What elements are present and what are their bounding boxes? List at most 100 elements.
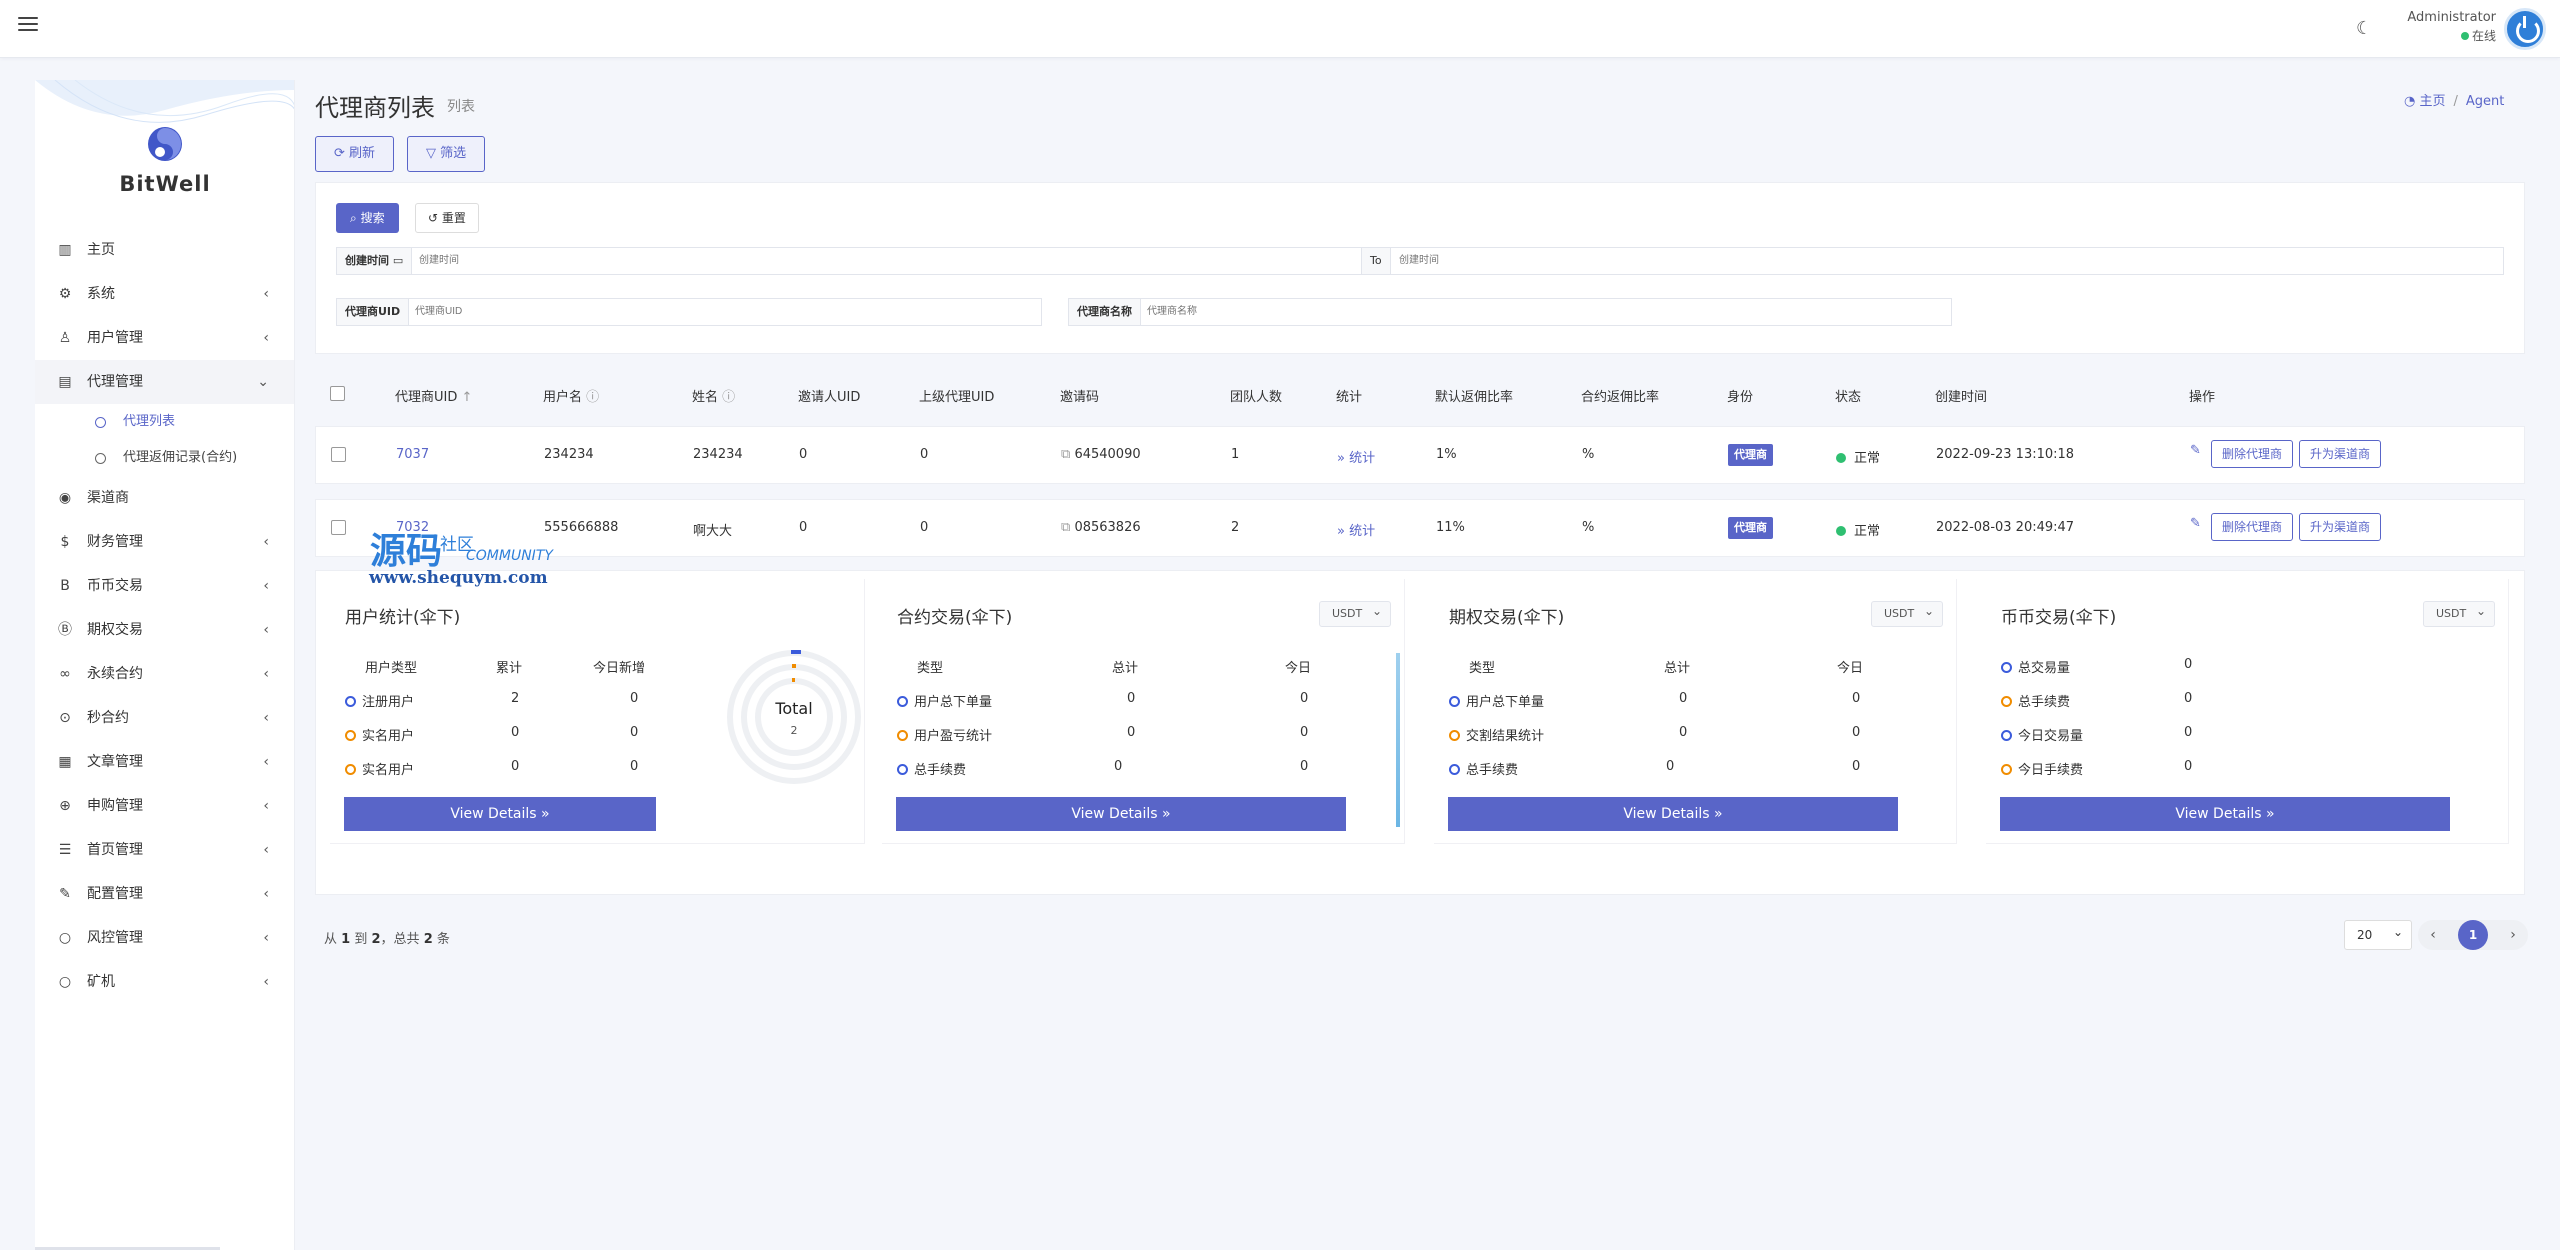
- invite-code-cell[interactable]: ⧉ 08563826: [1061, 520, 1141, 535]
- col-invite-code: 邀请码: [1060, 390, 1100, 405]
- reset-button[interactable]: ↺ 重置: [415, 203, 479, 233]
- user-info[interactable]: Administrator 在线: [2404, 10, 2496, 44]
- card-row-label: 注册用户: [345, 691, 414, 710]
- next-page-button[interactable]: ›: [2498, 920, 2528, 950]
- stats-link[interactable]: » 统计: [1337, 520, 1375, 539]
- agent-uid-input[interactable]: [415, 299, 1035, 325]
- sidebar-item-finance[interactable]: $ 财务管理 ‹: [35, 520, 294, 564]
- sidebar-item-home[interactable]: ▥ 主页: [35, 228, 294, 272]
- filter-panel: ⌕ 搜索 ↺ 重置 创建时间 ▭ To 代理商UID 代理商名称: [315, 182, 2525, 354]
- agent-name-input[interactable]: [1147, 299, 1947, 325]
- card-row-label: 交割结果统计: [1449, 725, 1544, 744]
- contract-view-details-button[interactable]: View Details »: [896, 797, 1346, 831]
- created-time-label: 创建时间 ▭: [337, 248, 413, 274]
- card-col-header: 类型: [1469, 661, 1496, 676]
- stats-link[interactable]: » 统计: [1337, 447, 1375, 466]
- card-col-header: 用户类型: [365, 661, 418, 676]
- card-col-header: 今日: [1285, 661, 1312, 676]
- chevron-left-icon: ‹: [263, 710, 269, 726]
- sidebar-item-agents[interactable]: ▤ 代理管理 ⌄: [35, 360, 294, 404]
- watermark-text: COMMUNITY: [466, 548, 553, 564]
- to-label: To: [1361, 248, 1391, 274]
- circle-icon: [1449, 696, 1460, 707]
- breadcrumb-home[interactable]: 主页: [2419, 94, 2445, 109]
- moon-icon[interactable]: ☾: [2356, 19, 2376, 39]
- row-checkbox[interactable]: [331, 447, 346, 462]
- promote-channel-button[interactable]: 升为渠道商: [2299, 440, 2382, 468]
- option-currency-select[interactable]: USDT: [1871, 599, 1943, 627]
- refresh-button[interactable]: ⟳ 刷新: [315, 136, 395, 172]
- edit-icon[interactable]: ✎: [2190, 443, 2201, 458]
- agent-uid-field: 代理商UID: [336, 298, 1042, 326]
- delete-agent-button[interactable]: 删除代理商: [2211, 440, 2294, 468]
- spot-view-details-button[interactable]: View Details »: [2000, 797, 2450, 831]
- sidebar-item-second-contract[interactable]: ⊙ 秒合约 ‹: [35, 696, 294, 740]
- spot-currency-select[interactable]: USDT: [2423, 599, 2495, 627]
- filter-button[interactable]: ▽ 筛选: [407, 136, 486, 172]
- avatar[interactable]: [2504, 8, 2546, 50]
- sidebar-menu: ▥ 主页 ⚙ 系统 ‹ ♙ 用户管理 ‹ ▤ 代理管理 ⌄ 代理列表 代理返佣记录(合约) ◉…: [35, 228, 294, 1004]
- undo-icon: ↺: [428, 211, 439, 225]
- status-cell: 正常: [1836, 520, 1880, 539]
- edit-icon[interactable]: ✎: [2190, 516, 2201, 531]
- card-row-value: 0: [2184, 725, 2193, 740]
- chevron-down-icon: ⌄: [257, 374, 269, 390]
- created-time-end-input[interactable]: [1399, 248, 2499, 274]
- card-row-value: 0: [630, 725, 639, 740]
- sidebar-item-config[interactable]: ✎ 配置管理 ‹: [35, 872, 294, 916]
- sidebar-item-spot[interactable]: B 币币交易 ‹: [35, 564, 294, 608]
- col-agent-uid[interactable]: 代理商UID ↑: [395, 386, 472, 405]
- created-cell: 2022-09-23 13:10:18: [1936, 447, 2075, 462]
- created-cell: 2022-08-03 20:49:47: [1936, 520, 2075, 535]
- funnel-icon: ▽: [426, 146, 436, 161]
- chevron-left-icon: ‹: [263, 842, 269, 858]
- option-view-details-button[interactable]: View Details »: [1448, 797, 1898, 831]
- sidebar-item-system[interactable]: ⚙ 系统 ‹: [35, 272, 294, 316]
- col-stats: 统计: [1336, 390, 1363, 405]
- promote-channel-button[interactable]: 升为渠道商: [2299, 513, 2382, 541]
- lifebuoy-icon: ⊕: [59, 798, 71, 814]
- page-size-select[interactable]: 20: [2344, 918, 2412, 950]
- created-time-start-input[interactable]: [419, 248, 1359, 274]
- sidebar-item-channel[interactable]: ◉ 渠道商: [35, 476, 294, 520]
- pagination: ‹ 1 ›: [2418, 920, 2528, 950]
- select-all-checkbox[interactable]: [330, 386, 345, 401]
- status-cell: 正常: [1836, 447, 1880, 466]
- name-cell: 啊大大: [693, 524, 733, 539]
- row-checkbox[interactable]: [331, 520, 346, 535]
- sidebar-item-miner[interactable]: ○ 矿机 ‹: [35, 960, 294, 1004]
- contract-stats-card: 合约交易(伞下) USDT 类型 总计 今日 用户总下单量 0 0 用户盈亏统计…: [882, 579, 1405, 844]
- user-view-details-button[interactable]: View Details »: [344, 797, 656, 831]
- agent-uid-link[interactable]: 7037: [396, 447, 429, 462]
- card-row-label: 实名用户: [345, 725, 414, 744]
- card-col-header: 今日新增: [593, 661, 646, 676]
- sidebar-item-subscription[interactable]: ⊕ 申购管理 ‹: [35, 784, 294, 828]
- page-subtitle: 列表: [447, 99, 475, 115]
- contract-currency-select[interactable]: USDT: [1319, 599, 1391, 627]
- prev-page-button[interactable]: ‹: [2418, 920, 2448, 950]
- page-button-current[interactable]: 1: [2458, 920, 2488, 950]
- card-row-label: 实名用户: [345, 759, 414, 778]
- sidebar-subitem-agent-rebate[interactable]: 代理返佣记录(合约): [35, 440, 294, 476]
- circle-icon: [2001, 764, 2012, 775]
- stats-panel: 用户统计(伞下) 用户类型 累计 今日新增 注册用户 2 0 实名用户 0 0 …: [315, 570, 2525, 895]
- menu-toggle-icon[interactable]: [18, 17, 38, 33]
- delete-agent-button[interactable]: 删除代理商: [2211, 513, 2294, 541]
- sidebar-item-articles[interactable]: ▦ 文章管理 ‹: [35, 740, 294, 784]
- chevron-left-icon: ‹: [263, 974, 269, 990]
- brand-name: BitWell: [119, 172, 211, 196]
- sidebar-item-perpetual[interactable]: ∞ 永续合约 ‹: [35, 652, 294, 696]
- sidebar-subitem-agent-list[interactable]: 代理列表: [35, 404, 294, 440]
- card-row-label: 用户总下单量: [1449, 691, 1544, 710]
- sidebar-item-options[interactable]: Ⓑ 期权交易 ‹: [35, 608, 294, 652]
- sidebar-item-users[interactable]: ♙ 用户管理 ‹: [35, 316, 294, 360]
- option-stats-card: 期权交易(伞下) USDT 类型 总计 今日 用户总下单量 0 0 交割结果统计…: [1434, 579, 1957, 844]
- circle-icon: ○: [58, 930, 72, 946]
- sidebar-item-risk[interactable]: ○ 风控管理 ‹: [35, 916, 294, 960]
- invite-code-cell[interactable]: ⧉ 64540090: [1061, 447, 1141, 462]
- search-button[interactable]: ⌕ 搜索: [336, 203, 399, 233]
- card-row-value: 0: [630, 691, 639, 706]
- circle-icon: ○: [58, 974, 72, 990]
- sidebar: BitWell ▥ 主页 ⚙ 系统 ‹ ♙ 用户管理 ‹ ▤ 代理管理 ⌄ 代理列表 代理返佣…: [35, 80, 295, 1250]
- sidebar-item-homepage[interactable]: ☰ 首页管理 ‹: [35, 828, 294, 872]
